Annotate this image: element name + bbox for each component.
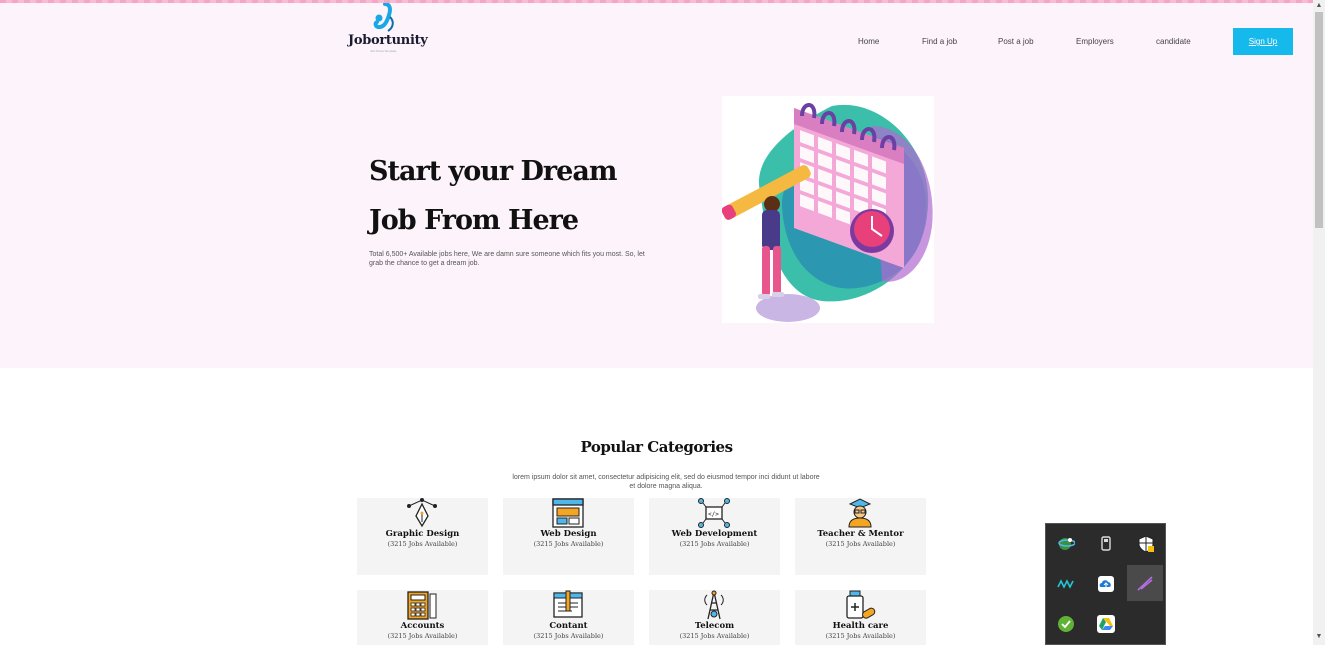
signup-button[interactable]: Sign Up xyxy=(1233,28,1293,55)
feather-pen-icon[interactable] xyxy=(1127,565,1163,601)
category-count: (3215 Jobs Available) xyxy=(533,632,604,640)
category-count: (3215 Jobs Available) xyxy=(825,540,896,548)
page: Jobortunity Job Portal Template Home Fin… xyxy=(0,0,1325,645)
hero-illustration xyxy=(721,96,934,323)
category-name: Teacher & Mentor xyxy=(817,529,904,539)
nav-candidate[interactable]: candidate xyxy=(1156,37,1191,46)
nav-post-a-job[interactable]: Post a job xyxy=(998,37,1034,46)
calendar-illustration-icon xyxy=(721,103,933,322)
usb-drive-icon[interactable] xyxy=(1088,526,1124,562)
code-network-icon: </> xyxy=(698,498,730,528)
calculator-icon xyxy=(407,591,437,620)
category-card-web-design[interactable]: Web Design (3215 Jobs Available) xyxy=(503,498,634,575)
security-shield-icon[interactable] xyxy=(1128,526,1164,562)
content-writing-icon xyxy=(553,590,583,618)
system-tray-overflow xyxy=(1045,523,1166,645)
category-count: (3215 Jobs Available) xyxy=(387,540,458,548)
category-name: Contant xyxy=(549,621,588,631)
svg-text:</>: </> xyxy=(708,511,719,518)
brand-logo[interactable]: Jobortunity Job Portal Template xyxy=(348,3,438,55)
category-name: Health care xyxy=(832,621,889,631)
logo-mark-icon xyxy=(373,3,394,32)
scroll-down-arrow-icon[interactable]: ▼ xyxy=(1315,633,1323,641)
scrollbar-thumb[interactable] xyxy=(1315,12,1323,228)
category-card-telecom[interactable]: Telecom (3215 Jobs Available) xyxy=(649,590,780,645)
category-name: Web Design xyxy=(540,529,597,539)
hero-title-line2: Job From Here xyxy=(369,205,579,236)
category-card-accounts[interactable]: Accounts (3215 Jobs Available) xyxy=(357,590,488,645)
cloud-upload-icon[interactable] xyxy=(1088,566,1124,602)
category-count: (3215 Jobs Available) xyxy=(679,540,750,548)
antivirus-check-icon[interactable] xyxy=(1048,606,1084,642)
nav-home[interactable]: Home xyxy=(858,37,879,46)
category-card-content[interactable]: Contant (3215 Jobs Available) xyxy=(503,590,634,645)
category-card-graphic-design[interactable]: Graphic Design (3215 Jobs Available) xyxy=(357,498,488,575)
audio-wave-icon[interactable] xyxy=(1048,566,1084,602)
hero-description: Total 6,500+ Available jobs here, We are… xyxy=(369,251,645,267)
nav-find-a-job[interactable]: Find a job xyxy=(922,37,957,46)
brand-name: Jobortunity xyxy=(348,33,428,48)
google-drive-icon[interactable] xyxy=(1088,606,1124,642)
category-count: (3215 Jobs Available) xyxy=(679,632,750,640)
vertical-scrollbar[interactable]: ▲ ▼ xyxy=(1313,0,1325,645)
category-name: Telecom xyxy=(694,621,735,631)
category-name: Graphic Design xyxy=(385,529,460,539)
medicine-icon xyxy=(846,590,876,619)
category-count: (3215 Jobs Available) xyxy=(387,632,458,640)
pen-tool-icon xyxy=(407,498,437,528)
browser-window-icon xyxy=(552,498,584,528)
category-name: Accounts xyxy=(400,621,445,631)
category-card-teacher-mentor[interactable]: Teacher & Mentor (3215 Jobs Available) xyxy=(795,498,926,575)
category-name: Web Development xyxy=(671,529,758,539)
category-count: (3215 Jobs Available) xyxy=(533,540,604,548)
hero-title-line1: Start your Dream xyxy=(369,156,617,187)
category-card-web-development[interactable]: </> Web Development (3215 Jobs Available… xyxy=(649,498,780,575)
categories-title: Popular Categories xyxy=(580,438,733,456)
categories-description: lorem ipsum dolor sit amet, consectetur … xyxy=(512,474,820,490)
scroll-up-arrow-icon[interactable]: ▲ xyxy=(1315,2,1323,10)
network-globe-icon[interactable] xyxy=(1048,526,1084,562)
telecom-tower-icon xyxy=(704,590,724,620)
hero-section xyxy=(0,3,1313,368)
category-card-health-care[interactable]: Health care (3215 Jobs Available) xyxy=(795,590,926,645)
brand-tagline: Job Portal Template xyxy=(370,49,397,53)
nav-employers[interactable]: Employers xyxy=(1076,37,1114,46)
category-count: (3215 Jobs Available) xyxy=(825,632,896,640)
graduate-icon xyxy=(848,498,872,528)
